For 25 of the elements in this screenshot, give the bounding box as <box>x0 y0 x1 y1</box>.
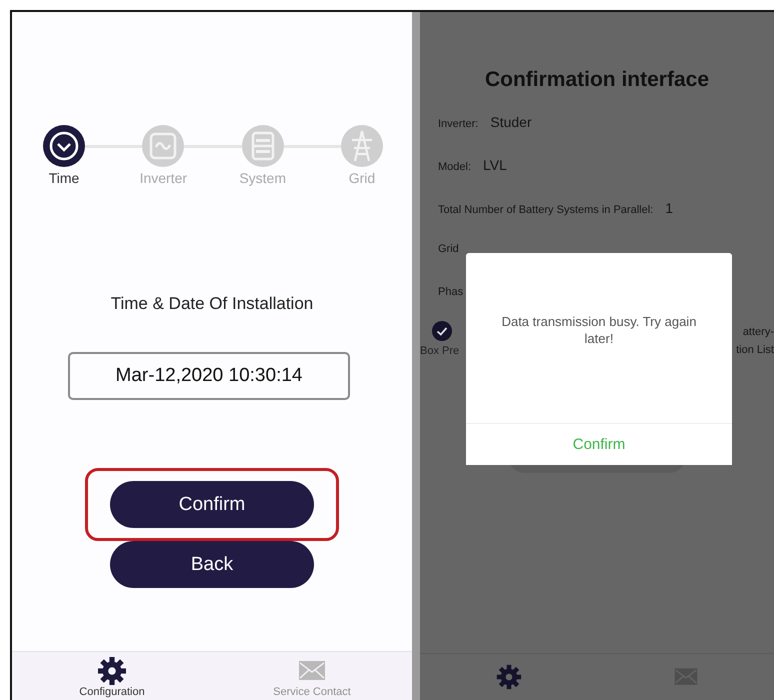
field-label: Model: <box>438 161 472 173</box>
step-label: System <box>239 170 286 186</box>
section-heading: Time & Date Of Installation <box>110 294 314 314</box>
dialog-message: Data transmission busy. Try again later! <box>500 313 698 348</box>
step-label: Time <box>48 170 80 186</box>
back-button[interactable]: Back <box>110 541 314 588</box>
tab-item[interactable]: Configuration <box>12 652 212 700</box>
step-label: Grid <box>348 170 376 186</box>
confirm-button[interactable]: Confirm <box>110 481 314 528</box>
datetime-field[interactable]: Mar-12,2020 10:30:14 <box>68 352 350 400</box>
field-label: Phas <box>438 286 464 298</box>
agreement-text: attery- <box>742 326 774 338</box>
agreement-text: Box Pre <box>420 345 460 357</box>
screen-title: Confirmation interface <box>484 68 710 92</box>
gear-icon <box>496 664 522 690</box>
field-label: Total Number of Battery Systems in Parallel: <box>438 204 654 216</box>
field-label: Grid <box>438 243 459 255</box>
agreement-text: tion List <box>736 344 774 356</box>
field-label: Inverter: <box>438 118 478 130</box>
field-value: Studer <box>490 114 532 130</box>
field-value: LVL <box>483 157 507 173</box>
field-value: 1 <box>665 200 673 216</box>
step-label: Inverter <box>140 170 188 186</box>
checkbox[interactable] <box>432 321 452 341</box>
gear-icon <box>97 656 127 686</box>
